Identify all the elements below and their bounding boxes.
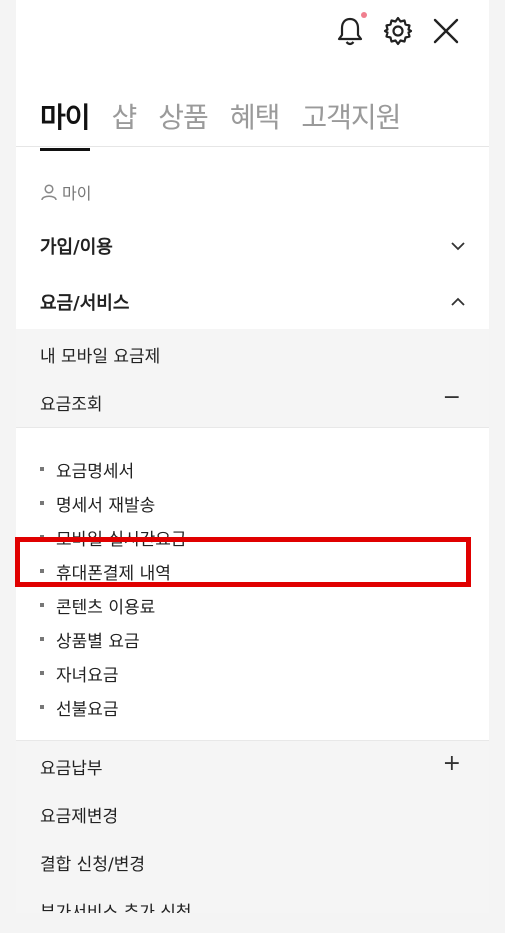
list-item-label: 콘텐츠 이용료 [56, 597, 156, 618]
list-item-label: 자녀요금 [56, 665, 119, 686]
group-join-label: 가입/이용 [40, 237, 113, 258]
list-item-label: 상품별 요금 [56, 631, 140, 652]
top-tabs: 마이 샵 상품 혜택 고객지원 [40, 96, 401, 151]
list-item[interactable]: 상품별 요금 [40, 622, 187, 656]
sub-addon[interactable]: 부가서비스 추가 신청 [40, 898, 192, 913]
group-billing[interactable]: 요금/서비스 [40, 289, 465, 315]
list-item-label: 모바일 실시간요금 [56, 529, 187, 550]
bullet [40, 535, 44, 539]
more-submenu: 요금납부 + 요금제변경 결합 신청/변경 부가서비스 추가 신청 [16, 740, 489, 913]
list-item-label: 명세서 재발송 [56, 495, 156, 516]
sub-payment[interactable]: 요금납부 [40, 754, 103, 779]
person-icon [41, 184, 57, 201]
sub-bundle[interactable]: 결합 신청/변경 [40, 850, 145, 875]
sub-my-plan[interactable]: 내 모바일 요금제 [40, 342, 160, 367]
notification-dot [361, 12, 367, 18]
inquiry-collapse-toggle[interactable]: − [443, 385, 461, 410]
close-icon [433, 18, 459, 44]
billing-submenu: 내 모바일 요금제 요금조회 − [16, 329, 489, 428]
list-item[interactable]: 명세서 재발송 [40, 486, 187, 520]
list-item-label: 선불요금 [56, 699, 119, 720]
list-item-label: 휴대폰결제 내역 [56, 563, 171, 584]
close-button[interactable] [429, 14, 463, 48]
list-item[interactable]: 요금명세서 [40, 452, 187, 486]
tabs-divider [16, 146, 489, 147]
list-item[interactable]: 선불요금 [40, 690, 187, 724]
payment-expand-toggle[interactable]: + [443, 751, 461, 776]
gear-icon [383, 16, 413, 46]
tab-support[interactable]: 고객지원 [301, 96, 401, 151]
bullet [40, 569, 44, 573]
list-item-mobile-payment[interactable]: 휴대폰결제 내역 [40, 554, 187, 588]
section-label: 마이 [40, 180, 91, 204]
tab-products[interactable]: 상품 [158, 96, 209, 151]
notification-button[interactable] [333, 12, 367, 48]
sub-plan-change[interactable]: 요금제변경 [40, 802, 118, 827]
bullet [40, 501, 44, 505]
bullet [40, 705, 44, 709]
tab-shop[interactable]: 샵 [112, 96, 138, 151]
sub-inquiry[interactable]: 요금조회 [40, 390, 103, 415]
list-item-label: 요금명세서 [56, 461, 135, 482]
settings-button[interactable] [381, 14, 415, 48]
header-icons [333, 12, 463, 48]
bullet [40, 603, 44, 607]
bullet [40, 467, 44, 471]
section-label-text: 마이 [62, 184, 92, 203]
bullet [40, 671, 44, 675]
tab-benefits[interactable]: 혜택 [230, 96, 281, 151]
list-item[interactable]: 자녀요금 [40, 656, 187, 690]
chevron-down-icon [451, 242, 465, 251]
group-join[interactable]: 가입/이용 [40, 233, 465, 259]
menu-panel: 마이 샵 상품 혜택 고객지원 마이 가입/이용 요금/서비스 내 모바일 요금… [16, 0, 489, 913]
list-item[interactable]: 콘텐츠 이용료 [40, 588, 187, 622]
chevron-up-icon [451, 297, 465, 306]
bullet [40, 637, 44, 641]
bell-icon [337, 17, 363, 46]
group-billing-label: 요금/서비스 [40, 293, 130, 314]
inquiry-list: 요금명세서 명세서 재발송 모바일 실시간요금 휴대폰결제 내역 콘텐츠 이용료… [40, 452, 187, 724]
list-item[interactable]: 모바일 실시간요금 [40, 520, 187, 554]
tab-my[interactable]: 마이 [40, 96, 91, 151]
